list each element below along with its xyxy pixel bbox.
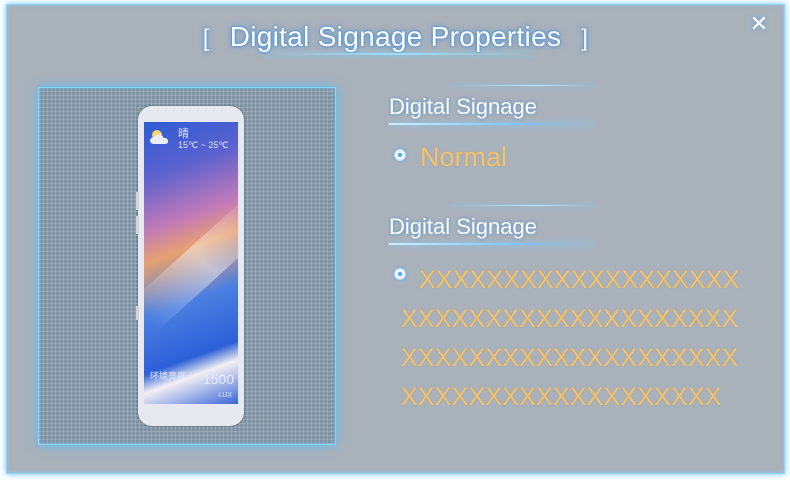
title-bracket-left: [ xyxy=(202,25,210,52)
close-icon[interactable]: ✕ xyxy=(748,13,770,35)
cloud-sun-icon xyxy=(150,130,169,144)
section-underline xyxy=(389,243,595,245)
section-header-2: Digital Signage xyxy=(389,205,599,245)
device-side-button xyxy=(136,216,139,234)
section-value: XXXXXXXXXXXXXXXXXXXXXXXXXXXXXXXXXXXXXXXX… xyxy=(401,266,740,411)
section-value: Normal xyxy=(420,142,508,172)
section-header-glow xyxy=(449,85,595,86)
dialog-title: [ Digital Signage Properties] xyxy=(7,21,784,53)
device-side-button xyxy=(136,306,139,320)
lux-unit: LUX xyxy=(218,392,232,399)
radio-button[interactable] xyxy=(394,149,406,161)
title-bracket-right: ] xyxy=(581,25,589,52)
weather-condition: 晴 xyxy=(178,128,189,140)
device-screen: 晴 15℃ ~ 25℃ 环境亮度 1500 LUX xyxy=(144,122,238,404)
screen-light-streak xyxy=(144,193,238,331)
weather-temperature: 15℃ ~ 25℃ xyxy=(178,140,229,150)
dialog-title-text: Digital Signage Properties xyxy=(229,21,562,52)
section-label: Digital Signage xyxy=(389,94,537,119)
device-side-button xyxy=(136,192,139,210)
title-bar: [ Digital Signage Properties] ✕ xyxy=(7,5,784,65)
lux-value: 1500 xyxy=(202,371,234,387)
title-underline-glow xyxy=(262,53,532,55)
section-underline xyxy=(389,123,595,125)
signage-preview-panel: 晴 15℃ ~ 25℃ 环境亮度 1500 LUX xyxy=(38,87,336,445)
section-header-1: Digital Signage xyxy=(389,85,599,125)
properties-dialog: [ Digital Signage Properties] ✕ 晴 15℃ ~ 2… xyxy=(6,4,785,474)
section-header-glow xyxy=(449,205,595,206)
signage-device-image: 晴 15℃ ~ 25℃ 环境亮度 1500 LUX xyxy=(136,106,244,426)
section-label: Digital Signage xyxy=(389,214,537,239)
ambient-brightness-label: 环境亮度 xyxy=(150,371,187,381)
